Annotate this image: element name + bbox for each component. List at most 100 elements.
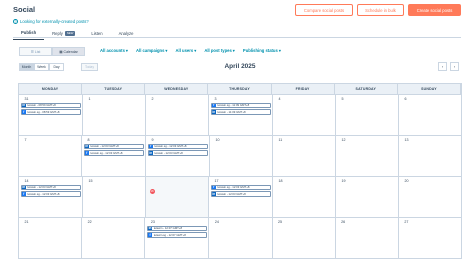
- scheduled-post-chip[interactable]: in letswin - 12:03 GMT+8: [83, 143, 144, 149]
- calendar-day-cell[interactable]: 14 in letswin - 12:03 GMT+8 f letswin.sg - 1…: [19, 177, 83, 218]
- scheduled-post-chip[interactable]: f letswin.sg - 12:03 GMT+8: [83, 150, 144, 156]
- calendar-day-cell[interactable]: 27: [398, 218, 462, 259]
- help-icon: ?: [13, 19, 18, 24]
- calendar-day-cell[interactable]: 17 f letswin.sg - 12:03 GMT+8 in letswin - 1…: [209, 177, 273, 218]
- scheduled-post-chip[interactable]: in letswin - 08:59 GMT+8: [20, 102, 81, 108]
- linkedin-icon: in: [147, 226, 153, 231]
- tab-analyze[interactable]: Analyze: [111, 28, 142, 40]
- new-badge: NEW: [64, 30, 76, 36]
- scheduled-post-chip[interactable]: in letswin - 12:03 GMT+8: [210, 191, 271, 197]
- prev-month-button[interactable]: ‹: [438, 62, 447, 71]
- calendar-day-cell[interactable]: 5: [336, 95, 399, 136]
- calendar-day-cell[interactable]: 9 f letswin.sg - 12:03 GMT+8 in letswin - 12…: [146, 136, 210, 177]
- week-range-button[interactable]: Week: [34, 63, 49, 71]
- month-range-button[interactable]: Month: [19, 63, 34, 71]
- scheduled-post-chip[interactable]: f letswin.sg - 12:03 GMT+8: [210, 184, 271, 190]
- weekday-header: MONDAY TUESDAY WEDNESDAY THURSDAY FRIDAY…: [18, 83, 462, 95]
- create-social-posts-button[interactable]: Create social posts: [408, 4, 461, 16]
- calendar-day-cell[interactable]: 6: [399, 95, 462, 136]
- list-view-label: List: [34, 49, 41, 54]
- date-number: 26: [341, 219, 346, 224]
- calendar-day-cell[interactable]: 2: [146, 95, 209, 136]
- calendar-day-cell[interactable]: 23 in letswin - 12:07 GMT+8 f letswin.sg - 1…: [145, 218, 210, 259]
- post-label: letswin.sg - 12:07 GMT+8: [153, 232, 186, 237]
- list-view-button[interactable]: ☰ List: [19, 47, 52, 56]
- filter-campaigns[interactable]: All campaigns ▾: [136, 48, 168, 53]
- calendar-day-cell[interactable]: 22: [82, 218, 146, 259]
- calendar-day-cell[interactable]: 20: [399, 177, 462, 218]
- calendar-day-cell[interactable]: 11: [273, 136, 336, 177]
- filter-publishing-status[interactable]: Publishing status ▾: [243, 48, 281, 53]
- compare-social-posts-button[interactable]: Compare social posts: [295, 4, 353, 16]
- date-number: 23: [150, 219, 155, 224]
- date-number: 21: [24, 219, 29, 224]
- tab-label: Listen: [91, 30, 103, 36]
- date-number: 11: [278, 137, 283, 142]
- scheduled-post-chip[interactable]: in letswin - 11:09 GMT+8: [210, 109, 271, 115]
- day-range-button[interactable]: Day: [49, 63, 64, 71]
- date-number: 27: [404, 219, 409, 224]
- date-number: 7: [24, 137, 27, 142]
- tab-bar: Publish Reply NEW Listen Analyze: [13, 28, 141, 40]
- calendar-week-row: 14 in letswin - 12:03 GMT+8 f letswin.sg - 1…: [18, 177, 462, 218]
- calendar-day-cell[interactable]: 18: [273, 177, 336, 218]
- today-button[interactable]: Today: [81, 63, 98, 71]
- tab-publish[interactable]: Publish: [13, 28, 45, 40]
- calendar-view-button[interactable]: ▦ Calendar: [52, 47, 85, 56]
- scheduled-post-chip[interactable]: in letswin - 12:03 GMT+8: [147, 150, 208, 156]
- calendar-day-cell[interactable]: 7: [19, 136, 82, 177]
- calendar-day-cell[interactable]: 21: [19, 218, 83, 259]
- calendar-day-cell[interactable]: 31 in letswin - 08:59 GMT+8 f letswin.sg - 0…: [19, 95, 83, 136]
- filter-users[interactable]: All users ▾: [176, 48, 197, 53]
- weekday-label: SUNDAY: [398, 84, 461, 94]
- calendar-day-cell[interactable]: 12: [336, 136, 399, 177]
- post-label: letswin.sg - 12:03 GMT+8: [27, 191, 60, 196]
- calendar-day-cell[interactable]: 25: [272, 218, 336, 259]
- filter-accounts[interactable]: All accounts ▾: [100, 48, 128, 53]
- schedule-in-bulk-button[interactable]: Schedule in bulk: [357, 4, 404, 16]
- calendar-day-cell[interactable]: 19: [336, 177, 399, 218]
- calendar-day-cell[interactable]: 24: [209, 218, 273, 259]
- filter-label: All campaigns: [136, 48, 165, 53]
- next-month-button[interactable]: ›: [450, 62, 459, 71]
- filter-post-types[interactable]: All post types ▾: [204, 48, 235, 53]
- post-label: letswin - 12:03 GMT+8: [154, 150, 183, 155]
- tab-listen[interactable]: Listen: [83, 28, 110, 40]
- scheduled-post-chip[interactable]: f letswin.sg - 11:09 GMT+8: [210, 102, 271, 108]
- post-label: letswin - 12:07 GMT+8: [153, 226, 183, 231]
- linkedin-icon: in: [21, 103, 26, 108]
- calendar-day-cell[interactable]: 13: [399, 136, 462, 177]
- scheduled-post-chip[interactable]: f letswin.sg - 08:59 GMT+8: [20, 109, 81, 115]
- facebook-icon: f: [84, 150, 89, 155]
- date-number: 10: [215, 137, 220, 142]
- date-number: 2: [151, 96, 154, 101]
- calendar-day-cell[interactable]: 10: [210, 136, 273, 177]
- chevron-down-icon: ▾: [165, 48, 168, 53]
- calendar-grid: MONDAY TUESDAY WEDNESDAY THURSDAY FRIDAY…: [18, 83, 462, 259]
- date-number: 3: [214, 96, 217, 101]
- scheduled-post-chip[interactable]: in letswin - 12:07 GMT+8: [146, 225, 207, 231]
- today-date-number: 16: [149, 188, 155, 194]
- scheduled-post-chip[interactable]: in letswin - 12:03 GMT+8: [20, 184, 81, 190]
- calendar-day-cell[interactable]: 26: [335, 218, 399, 259]
- tab-reply[interactable]: Reply NEW: [44, 28, 83, 40]
- scheduled-post-chip[interactable]: f letswin.sg - 12:03 GMT+8: [147, 143, 208, 149]
- filter-bar: All accounts ▾ All campaigns ▾ All users ▾ …: [100, 48, 281, 53]
- calendar-day-cell[interactable]: 1: [83, 95, 146, 136]
- calendar-day-cell[interactable]: 3 f letswin.sg - 11:09 GMT+8 in letswin - 11…: [209, 95, 273, 136]
- tab-divider: [13, 37, 461, 38]
- calendar-day-cell[interactable]: 15: [83, 177, 146, 218]
- date-number: 31: [24, 96, 29, 101]
- scheduled-post-chip[interactable]: f letswin.sg - 12:03 GMT+8: [20, 191, 81, 197]
- calendar-day-cell[interactable]: 4: [273, 95, 336, 136]
- date-number: 13: [404, 137, 409, 142]
- chevron-down-icon: ▾: [278, 48, 281, 53]
- calendar-day-cell[interactable]: 16: [146, 177, 209, 218]
- date-number: 9: [151, 137, 154, 142]
- date-number: 22: [87, 219, 92, 224]
- scheduled-post-chip[interactable]: f letswin.sg - 12:07 GMT+8: [146, 232, 207, 238]
- post-label: letswin - 12:03 GMT+8: [27, 185, 56, 190]
- externally-created-posts-link[interactable]: ? Looking for externally-created posts?: [13, 19, 89, 24]
- calendar-day-cell[interactable]: 8 in letswin - 12:03 GMT+8 f letswin.sg - 12…: [82, 136, 146, 177]
- calendar-weeks: 31 in letswin - 08:59 GMT+8 f letswin.sg - 0…: [18, 95, 462, 259]
